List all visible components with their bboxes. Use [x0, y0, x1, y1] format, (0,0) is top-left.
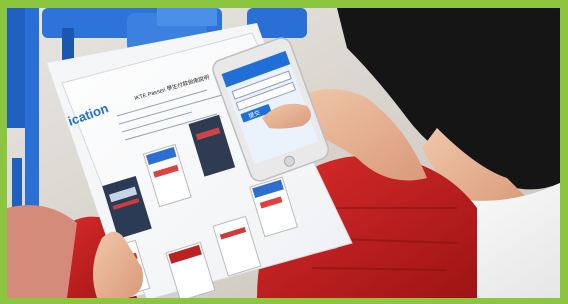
photo: ication IKTE Passeri 學生付款指南說明 提交: [7, 8, 560, 298]
photo-scene: ication IKTE Passeri 學生付款指南說明 提交: [7, 8, 560, 298]
photo-frame: ication IKTE Passeri 學生付款指南說明 提交: [0, 0, 568, 304]
